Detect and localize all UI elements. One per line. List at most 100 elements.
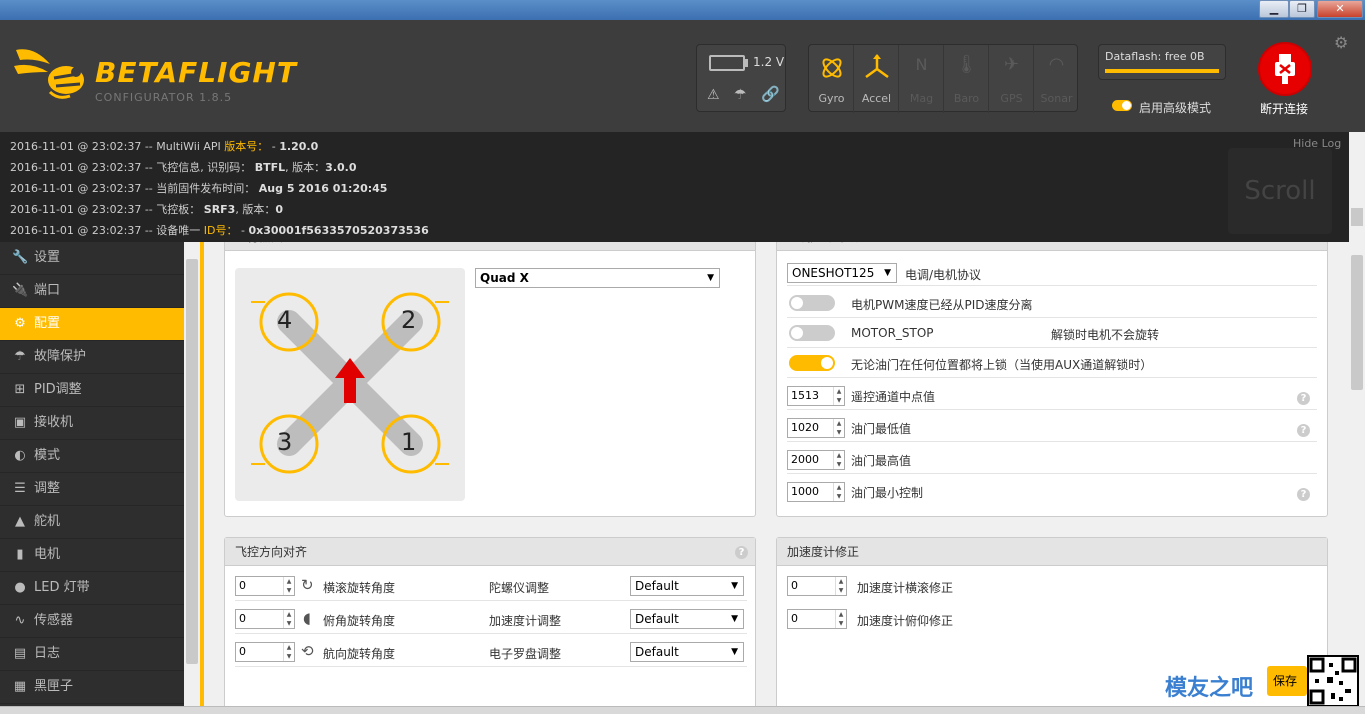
sitemap-icon: ⊞: [14, 382, 26, 397]
esc-panel: 电调/电机参数 ONESHOT125▼ 电调/电机协议 电机PWM速度已经从PI…: [776, 242, 1328, 517]
sensor-baro: 🌡 Baro: [944, 45, 989, 113]
help-icon[interactable]: ?: [1297, 488, 1310, 501]
blackbox-icon: ▦: [13, 679, 27, 694]
mixer-type-select[interactable]: Quad X ▼: [475, 268, 720, 288]
dataflash-bar: [1105, 69, 1219, 73]
sidebar-item-label: 电机: [34, 547, 61, 562]
parachute-icon: ☂: [734, 87, 747, 103]
sidebar-item-10[interactable]: ● LED 灯带: [0, 572, 184, 605]
gps-icon: ✈: [1003, 54, 1020, 75]
log-line: 2016-11-01 @ 23:02:37 -- 飞控板： SRF3, 版本：0: [10, 203, 283, 216]
maximize-button[interactable]: ❐: [1289, 0, 1315, 18]
close-button[interactable]: ✕: [1317, 0, 1363, 18]
sidebar-item-7[interactable]: ☰ 调整: [0, 473, 184, 506]
content-scrollbar-thumb[interactable]: [1351, 255, 1363, 390]
sidebar-item-1[interactable]: 🔌 端口: [0, 275, 184, 308]
bee-logo-icon: [14, 49, 84, 99]
toggle-icon: ◐: [14, 448, 26, 463]
sidebar-item-11[interactable]: ∿ 传感器: [0, 605, 184, 638]
sidebar-item-3[interactable]: ☂ 故障保护: [0, 341, 184, 374]
wrench-icon: 🔧: [12, 250, 29, 265]
log-scrollbar-thumb[interactable]: [1351, 208, 1363, 226]
accel-pitch-trim-input[interactable]: 0 ▲ ▼: [787, 609, 847, 629]
sidebar-scrollbar-thumb[interactable]: [186, 259, 198, 664]
motor-label-2: 2: [401, 306, 417, 334]
esc-panel-title: 电调/电机参数: [777, 242, 1327, 251]
qr-code-graphic: [1309, 657, 1357, 705]
spinner-icon[interactable]: ▲ ▼: [835, 577, 846, 595]
quad-x-diagram-svg: [251, 292, 449, 474]
sensor-gyro: Gyro: [809, 45, 854, 113]
minimize-button[interactable]: ▁: [1259, 0, 1289, 18]
sensor-baro-label: Baro: [953, 92, 980, 105]
brand-version: CONFIGURATOR 1.8.5: [95, 91, 233, 104]
gyro-icon: [822, 58, 842, 78]
sidebar-item-label: 端口: [34, 283, 61, 298]
gear-icon: ⚙: [14, 316, 26, 331]
help-icon[interactable]: ?: [735, 546, 748, 559]
disconnect-label: 断开连接: [1260, 102, 1309, 116]
watermark-text: 模友之吧: [1165, 676, 1254, 701]
sidebar-item-label: 传感器: [34, 613, 74, 628]
servo-icon: ▲: [15, 514, 25, 529]
chevron-down-icon: ▼: [707, 273, 714, 283]
link-icon: 🔗: [761, 85, 780, 103]
sidebar-item-label: 舵机: [34, 514, 61, 529]
qr-code-image: [1307, 655, 1359, 707]
warning-icon: ⚠: [707, 87, 720, 103]
sensor-accel: Accel: [854, 45, 899, 113]
sidebar-nav: 🔧 设置 🔌 端口 ⚙ 配置 ☂ 故障保护 ⊞ PID调整 ▣ 接收机 ◐ 模式 ☰ 调整 ▲ 舵机 ▮ 电机 ● LED…: [0, 242, 184, 706]
disconnect-button[interactable]: [1258, 42, 1312, 96]
sensor-gyro-label: Gyro: [818, 92, 845, 105]
sidebar-item-0[interactable]: 🔧 设置: [0, 242, 184, 275]
mixer-panel-title: 飞行器类型: [225, 242, 755, 251]
min-command-label: 油门最小控制: [851, 486, 924, 500]
sidebar-item-6[interactable]: ◐ 模式: [0, 440, 184, 473]
config-content: 飞行器类型 4 2 3 1 Quad X▼ 电调/电机参数 ONESHOT125…: [204, 242, 1349, 706]
log-line: 2016-11-01 @ 23:02:37 -- MultiWii API 版本…: [10, 140, 319, 153]
accel-roll-trim-input[interactable]: 0 ▲ ▼: [787, 576, 847, 596]
sliders-icon: ☰: [14, 481, 26, 496]
sidebar-item-label: 接收机: [34, 415, 74, 430]
motor-label-1: 1: [401, 428, 417, 456]
expert-mode-toggle[interactable]: [1112, 100, 1132, 111]
sidebar-item-13[interactable]: ▦ 黑匣子: [0, 671, 184, 704]
esc-row-divider: [787, 380, 1317, 410]
sensor-gps-label: GPS: [1000, 92, 1023, 105]
sensor-panel: Gyro Accel N Mag 🌡 Baro ✈ GPS ◠ Sonar: [808, 44, 1079, 113]
sidebar-item-4[interactable]: ⊞ PID调整: [0, 374, 184, 407]
spinner-icon[interactable]: ▲ ▼: [833, 483, 844, 501]
motor-label-4: 4: [277, 306, 293, 334]
align-row-divider: [235, 571, 747, 601]
dataflash-status: Dataflash: free 0B: [1098, 44, 1226, 80]
log-line: 2016-11-01 @ 23:02:37 -- 飞控信息, 识别码： BTFL…: [10, 161, 357, 174]
sidebar-item-12[interactable]: ▤ 日志: [0, 638, 184, 671]
battery-icon: [709, 55, 745, 71]
mixer-panel: 飞行器类型 4 2 3 1 Quad X▼: [224, 242, 756, 517]
sidebar-item-label: 模式: [34, 448, 61, 463]
sensor-gps: ✈ GPS: [989, 45, 1034, 113]
receiver-icon: ▣: [13, 415, 27, 430]
sidebar-item-label: 设置: [34, 250, 61, 265]
sidebar-item-9[interactable]: ▮ 电机: [0, 539, 184, 572]
settings-gear-icon[interactable]: ⚙: [1334, 33, 1348, 52]
save-reboot-button[interactable]: 保存并: [1267, 666, 1307, 696]
battery-status: 1.2 V ⚠ ☂ 🔗: [696, 44, 786, 112]
sidebar-item-label: 日志: [34, 646, 61, 661]
usb-disconnect-icon: [1275, 54, 1295, 84]
sidebar-item-label: 配置: [34, 316, 61, 331]
spinner-icon[interactable]: ▲ ▼: [835, 610, 846, 628]
sensor-sonar: ◠ Sonar: [1034, 45, 1079, 113]
accel-roll-trim-label: 加速度计横滚修正: [857, 581, 954, 595]
sidebar-item-2[interactable]: ⚙ 配置: [0, 308, 184, 341]
min-command-input[interactable]: 1000 ▲ ▼: [787, 482, 845, 502]
sidebar-item-5[interactable]: ▣ 接收机: [0, 407, 184, 440]
quad-x-diagram: 4 2 3 1: [235, 268, 465, 501]
esc-row-divider: [787, 318, 1317, 348]
log-scrollbar[interactable]: [1349, 132, 1365, 242]
sidebar-item-8[interactable]: ▲ 舵机: [0, 506, 184, 539]
window-titlebar: ▁ ❐ ✕: [0, 0, 1365, 20]
log-scroll-toggle[interactable]: Scroll: [1228, 148, 1332, 234]
mag-icon: N: [915, 55, 928, 74]
motor-label-3: 3: [277, 428, 293, 456]
